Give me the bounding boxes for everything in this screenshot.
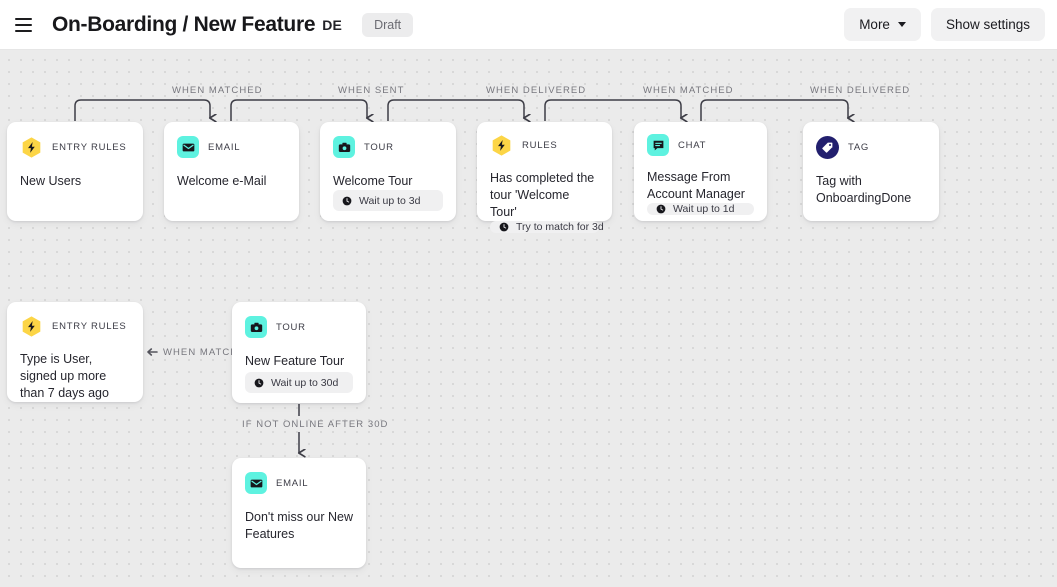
node-header: TOUR bbox=[333, 134, 443, 160]
node-card[interactable]: ENTRY RULES New Users bbox=[7, 122, 143, 221]
camera-icon bbox=[333, 136, 355, 158]
node-footer: Try to match for 3d bbox=[490, 221, 604, 233]
node-kind-label: CHAT bbox=[678, 139, 707, 151]
node-header: EMAIL bbox=[245, 470, 353, 496]
connector-label: WHEN MATCHED bbox=[172, 85, 263, 96]
node-kind-label: EMAIL bbox=[208, 141, 241, 153]
connector-label: WHEN DELIVERED bbox=[486, 85, 587, 96]
node-title: Welcome Tour bbox=[333, 174, 413, 188]
node-kind-label: EMAIL bbox=[276, 477, 309, 489]
camera-icon bbox=[245, 316, 267, 338]
node-title: Type is User, signed up more than 7 days… bbox=[20, 352, 109, 400]
node-header: ENTRY RULES bbox=[20, 134, 130, 160]
status-badge: Draft bbox=[362, 12, 414, 37]
node-footer-text: Wait up to 3d bbox=[359, 194, 421, 207]
node-title: Tag with OnboardingDone bbox=[816, 174, 912, 205]
node-footer-text: Wait up to 1d bbox=[673, 203, 735, 215]
envelope-icon bbox=[177, 136, 199, 158]
node-card[interactable]: TOUR Welcome Tour Wait up to 3d bbox=[320, 122, 456, 221]
hamburger-icon[interactable] bbox=[10, 12, 36, 38]
node-header: CHAT bbox=[647, 134, 754, 156]
clock-icon bbox=[499, 222, 509, 232]
workflow-canvas[interactable]: WHEN MATCHED WHEN SENT WHEN DELIVERED WH… bbox=[0, 50, 1057, 587]
node-header: ENTRY RULES bbox=[20, 314, 130, 338]
chevron-down-icon bbox=[897, 22, 906, 27]
connector-label: WHEN SENT bbox=[338, 85, 405, 96]
node-header: TAG bbox=[816, 134, 926, 160]
node-card[interactable]: RULES Has completed the tour 'Welcome To… bbox=[477, 122, 612, 233]
show-settings-button[interactable]: Show settings bbox=[930, 8, 1045, 41]
node-card[interactable]: TOUR New Feature Tour Wait up to 30d bbox=[232, 302, 366, 403]
page-title: On-Boarding / New Feature bbox=[52, 12, 316, 36]
connector-label: WHEN DELIVERED bbox=[810, 85, 911, 96]
clock-icon bbox=[254, 378, 264, 387]
node-card[interactable]: EMAIL Don't miss our New Features bbox=[232, 458, 366, 568]
node-title: Don't miss our New Features bbox=[245, 510, 353, 541]
connector-label: WHEN MATCHED bbox=[643, 85, 734, 96]
envelope-icon bbox=[245, 472, 267, 494]
tag-icon bbox=[816, 135, 839, 159]
node-footer-text: Wait up to 30d bbox=[271, 376, 339, 389]
node-footer: Wait up to 1d bbox=[647, 203, 754, 215]
node-card[interactable]: ENTRY RULES Type is User, signed up more… bbox=[7, 302, 143, 402]
connector-label: IF NOT ONLINE AFTER 30D bbox=[242, 419, 389, 430]
lightning-bolt-icon bbox=[20, 315, 43, 338]
node-title: Has completed the tour 'Welcome Tour' bbox=[490, 171, 595, 219]
node-footer: Wait up to 3d bbox=[333, 190, 443, 211]
clock-icon bbox=[656, 204, 666, 214]
more-button-label: More bbox=[859, 17, 890, 32]
node-title: Welcome e-Mail bbox=[177, 174, 267, 188]
node-card[interactable]: EMAIL Welcome e-Mail bbox=[164, 122, 299, 221]
node-footer-text: Try to match for 3d bbox=[516, 221, 604, 233]
node-kind-label: TOUR bbox=[276, 321, 306, 333]
node-kind-label: RULES bbox=[522, 140, 558, 151]
node-kind-label: TAG bbox=[848, 141, 870, 153]
lightning-bolt-icon bbox=[20, 136, 43, 159]
top-bar: On-Boarding / New Feature DE Draft More … bbox=[0, 0, 1057, 50]
node-title: Message From Account Manager bbox=[647, 170, 745, 201]
node-header: EMAIL bbox=[177, 134, 286, 160]
node-title: New Feature Tour bbox=[245, 354, 345, 368]
clock-icon bbox=[342, 196, 352, 205]
node-card[interactable]: TAG Tag with OnboardingDone bbox=[803, 122, 939, 221]
more-button[interactable]: More bbox=[844, 8, 921, 41]
topbar-actions: More Show settings bbox=[844, 8, 1045, 41]
node-kind-label: ENTRY RULES bbox=[52, 320, 127, 332]
node-header: TOUR bbox=[245, 314, 353, 340]
chat-bubble-icon bbox=[647, 134, 669, 156]
node-kind-label: ENTRY RULES bbox=[52, 141, 127, 153]
node-kind-label: TOUR bbox=[364, 141, 394, 153]
lightning-bolt-icon bbox=[490, 134, 513, 157]
node-header: RULES bbox=[490, 134, 599, 157]
arrow-left-icon bbox=[147, 348, 158, 356]
node-card[interactable]: CHAT Message From Account Manager Wait u… bbox=[634, 122, 767, 221]
node-footer: Wait up to 30d bbox=[245, 372, 353, 393]
node-title: New Users bbox=[20, 174, 82, 188]
locale-label: DE bbox=[322, 16, 343, 33]
